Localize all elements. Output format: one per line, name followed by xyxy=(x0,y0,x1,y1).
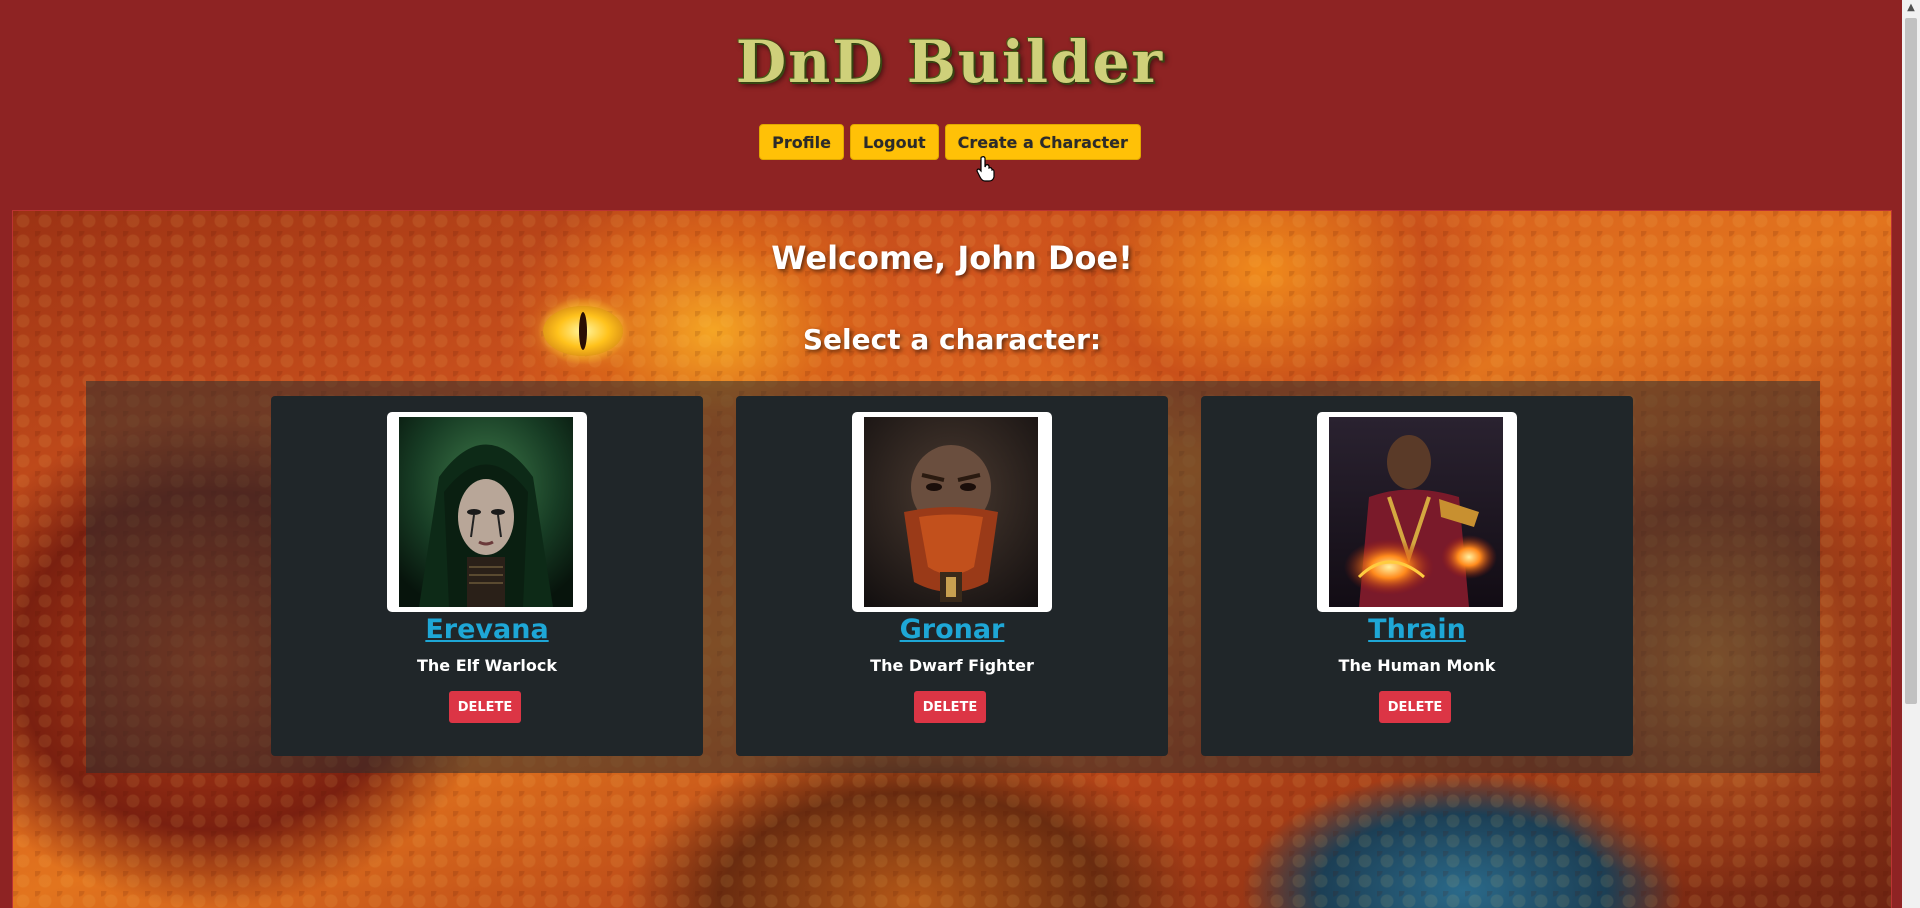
welcome-message: Welcome, John Doe! xyxy=(771,239,1133,277)
character-description: The Dwarf Fighter xyxy=(870,656,1034,675)
profile-button[interactable]: Profile xyxy=(759,124,844,160)
character-description: The Human Monk xyxy=(1338,656,1496,675)
scrollbar-thumb[interactable] xyxy=(1905,18,1917,704)
hand-pointer-icon xyxy=(976,156,996,182)
character-name-link[interactable]: Gronar xyxy=(736,614,1168,645)
delete-button[interactable]: DELETE xyxy=(1379,691,1451,723)
logout-button[interactable]: Logout xyxy=(849,124,939,160)
scrollbar[interactable]: ▲ xyxy=(1902,0,1920,908)
character-card-erevana: Erevana The Elf Warlock DELETE xyxy=(271,396,703,756)
select-character-heading: Select a character: xyxy=(802,323,1102,356)
create-character-button[interactable]: Create a Character xyxy=(944,124,1141,160)
site-title: DnD Builder xyxy=(735,28,1165,96)
header: DnD Builder Profile Logout Create a Char… xyxy=(0,0,1900,210)
delete-button[interactable]: DELETE xyxy=(914,691,986,723)
character-card-gronar: Gronar The Dwarf Fighter DELETE xyxy=(736,396,1168,756)
portrait-frame xyxy=(387,412,587,612)
arrow-up-icon[interactable]: ▲ xyxy=(1902,0,1920,16)
character-card-thrain: Thrain The Human Monk DELETE xyxy=(1201,396,1633,756)
page: DnD Builder Profile Logout Create a Char… xyxy=(0,0,1920,908)
character-name-link[interactable]: Thrain xyxy=(1201,614,1633,645)
gronar-portrait xyxy=(864,417,1038,607)
character-description: The Elf Warlock xyxy=(416,656,558,675)
erevana-portrait xyxy=(399,417,573,607)
delete-button[interactable]: DELETE xyxy=(449,691,521,723)
portrait-frame xyxy=(1317,412,1517,612)
character-name-link[interactable]: Erevana xyxy=(271,614,703,645)
nav-bar: Profile Logout Create a Character xyxy=(0,124,1900,160)
portrait-frame xyxy=(852,412,1052,612)
hero-section: Welcome, John Doe! Select a character: E… xyxy=(12,210,1892,908)
thrain-portrait xyxy=(1329,417,1503,607)
